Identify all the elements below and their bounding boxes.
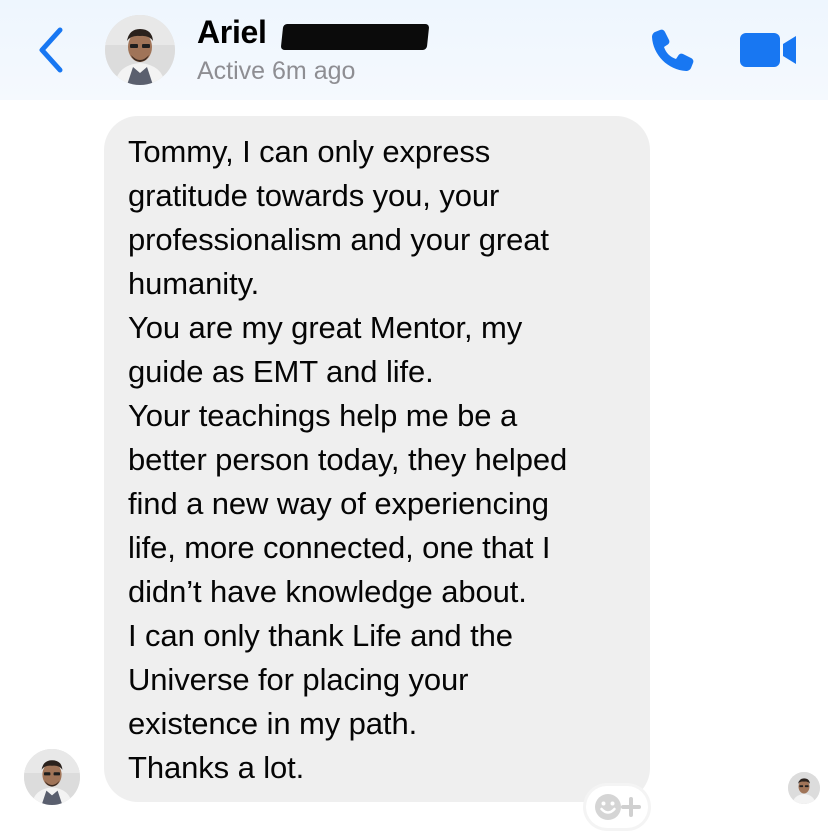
video-camera-icon [740,33,796,67]
message-line: better person today, they helped [128,442,568,477]
message-line: Thanks a lot. [128,750,305,785]
message-line: You are my great Mentor, my [128,310,523,345]
contact-name[interactable]: Ariel [197,14,267,51]
message-line: find a new way of experiencing [128,486,549,521]
read-receipt-avatar [788,772,820,804]
back-button[interactable] [32,24,72,76]
phone-icon [652,29,694,71]
message-line: didn’t have knowledge about. [128,574,527,609]
add-reaction-button[interactable] [586,786,648,828]
audio-call-button[interactable] [646,24,698,76]
message-bubble[interactable]: Tommy, I can only express gratitude towa… [104,116,650,802]
message-line: humanity. [128,266,260,301]
video-call-button[interactable] [740,30,798,70]
name-redaction [280,24,430,50]
contact-photo [105,15,175,85]
message-line: gratitude towards you, your [128,178,500,213]
read-receipt-photo [788,772,820,804]
message-text: Tommy, I can only express gratitude towa… [128,130,634,790]
message-line: guide as EMT and life. [128,354,434,389]
message-line: I can only thank Life and the [128,618,513,653]
message-line: Tommy, I can only express [128,134,491,169]
chat-header: Ariel Active 6m ago [0,0,828,100]
message-line: Universe for placing your [128,662,469,697]
message-line: existence in my path. [128,706,418,741]
active-status: Active 6m ago [197,57,356,85]
chevron-left-icon [39,27,63,73]
add-reaction-icon [595,794,641,820]
sender-photo [24,749,80,805]
message-line: professionalism and your great [128,222,549,257]
sender-avatar[interactable] [24,749,80,805]
contact-avatar[interactable] [105,15,175,85]
message-line: life, more connected, one that I [128,530,551,565]
message-line: Your teachings help me be a [128,398,518,433]
